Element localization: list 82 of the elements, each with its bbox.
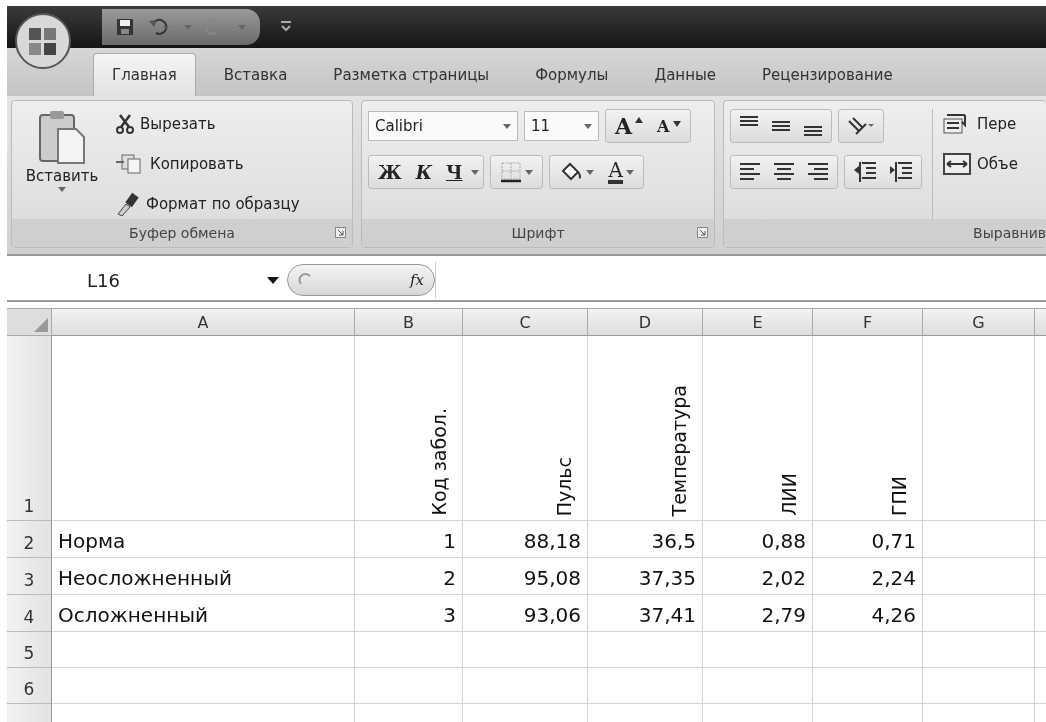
table-cell: 93,06 [523,603,581,627]
table-cell: 4,26 [871,603,916,627]
dialog-launcher-icon [697,227,708,238]
table-cell: 0,88 [761,529,806,553]
column-title: Пульс [553,456,575,516]
caret-icon [58,187,66,192]
undo-icon[interactable] [148,18,170,36]
row-header[interactable]: 6 [7,668,52,704]
down-arrow-icon [672,120,681,127]
ribbon-tab[interactable]: Разметка страницы [315,54,508,96]
group-label: Буфер обмена [129,225,235,241]
table-cell: 3 [443,603,456,627]
table-cell: 37,35 [638,566,696,590]
table-cell: 88,18 [523,529,581,553]
table-cell: 2,79 [761,603,806,627]
table-cell: 2,24 [871,566,916,590]
caret-icon [625,169,634,175]
merge-cells-icon [943,152,971,176]
merge-button[interactable]: Объе [943,149,1018,179]
save-icon[interactable] [116,18,134,36]
insert-function-button[interactable]: fx [287,264,435,296]
row-header[interactable]: 1 [7,336,52,521]
shrink-font-button[interactable]: A [652,116,686,136]
ribbon-tab[interactable]: Формулы [517,54,627,96]
table-cell: 0,71 [871,529,916,553]
table-cell: 36,5 [651,529,696,553]
column-title: Температура [668,384,690,516]
caret-icon [503,123,511,129]
column-title: ГПИ [888,475,910,516]
paste-button[interactable]: Вставить [18,109,106,219]
clipboard-icon [38,109,86,165]
copy-button[interactable]: Копировать [116,149,300,179]
wrap-text-button[interactable]: Пере [943,109,1018,139]
column-header[interactable]: B [355,309,463,336]
brush-icon [116,192,140,216]
group-label: Шрифт [511,225,565,241]
row-header[interactable]: 3 [7,558,52,595]
cut-button[interactable]: Вырезать [116,109,300,139]
row-header[interactable]: 2 [7,521,52,558]
table-cell: Норма [58,529,126,553]
name-box[interactable]: L16 [7,262,287,298]
up-arrow-icon [635,117,644,123]
font-name-field[interactable]: Calibri [368,111,518,141]
font-size-field[interactable]: 11 [524,111,599,141]
bold-button[interactable]: Ж [373,161,407,183]
italic-button[interactable]: К [410,161,437,183]
column-header[interactable]: F [813,309,923,336]
row-header[interactable]: 4 [7,595,52,632]
row-header[interactable]: 5 [7,632,52,668]
caret-icon [586,169,595,175]
ribbon-tab[interactable]: Данные [636,54,735,96]
table-cell: 2,02 [761,566,806,590]
column-header[interactable]: C [463,309,588,336]
table-cell: 1 [443,529,456,553]
column-title: Код забол. [428,408,450,516]
scissors-icon [116,114,134,134]
column-header[interactable]: E [703,309,813,336]
caret-icon [584,123,592,129]
caret-icon [267,276,279,284]
customize-icon[interactable] [280,20,292,34]
group-label: Выравнив [973,225,1046,241]
borders-icon [500,161,523,183]
ribbon-tab[interactable]: Главная [93,53,196,96]
caret-icon [471,169,480,175]
caret-icon [525,169,534,175]
table-cell: 37,41 [638,603,696,627]
table-cell: 2 [443,566,456,590]
ribbon-tab[interactable]: Рецензирование [744,54,911,96]
table-cell: Осложненный [58,603,209,627]
paint-bucket-icon [559,161,584,183]
underline-button[interactable]: Ч [441,161,468,183]
table-cell: Неосложненный [58,566,232,590]
dialog-launcher-icon [335,227,346,238]
grow-font-button[interactable]: A [610,113,649,139]
column-header[interactable]: D [588,309,703,336]
painter-button[interactable]: Формат по образцу [116,189,300,219]
column-header[interactable]: A [52,309,355,336]
ribbon-tab[interactable]: Вставка [205,54,306,96]
copy-icon [116,154,144,174]
column-header[interactable]: G [923,309,1035,336]
table-cell: 95,08 [523,566,581,590]
column-title: ЛИИ [778,473,800,516]
